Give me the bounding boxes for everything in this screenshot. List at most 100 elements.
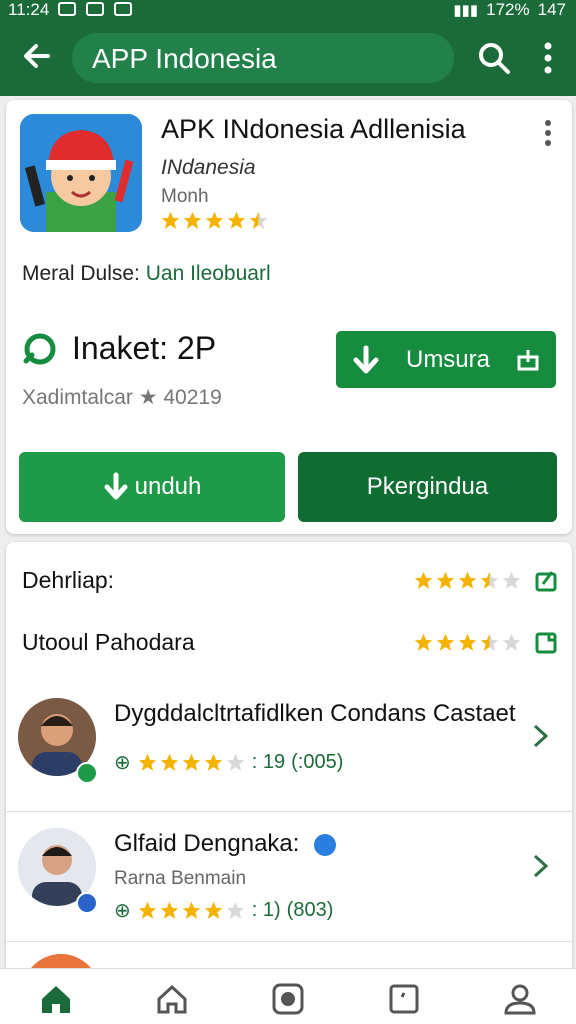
reviewer-stats: ⊕ : 19 (:005): [114, 750, 343, 775]
star-icon: [480, 571, 499, 589]
share-icon[interactable]: [534, 568, 558, 592]
rating-label: Utooul Pahodara: [22, 628, 195, 655]
download-label: unduh: [134, 473, 202, 500]
share-icon: [517, 349, 539, 370]
star-icon: [226, 901, 245, 919]
reviewer-name: Glfaid Dengnaka:: [114, 830, 337, 858]
rating-row: Utooul Pahodara: [22, 624, 558, 660]
signal-icon: ▮▮▮: [453, 2, 479, 19]
star-icon: [204, 901, 223, 919]
reviewer-item[interactable]: Glfaid Dengnaka: Rarna Benmain ⊕ : 1) (8…: [6, 812, 572, 942]
reviews-card: Dehrliap: Utooul Pahodara Dygddalcltrtaf…: [6, 542, 572, 982]
verified-badge-icon: [76, 892, 98, 914]
secondary-button[interactable]: Pkergindua: [298, 452, 557, 522]
record-icon[interactable]: [268, 979, 308, 1019]
share-icon[interactable]: [534, 630, 558, 654]
thumb-icon: ⊕: [114, 900, 131, 922]
bottom-navigation: [0, 968, 576, 1024]
star-icon: [138, 753, 157, 771]
download-arrow-icon: [353, 345, 379, 373]
star-icon: [227, 211, 246, 229]
status-right: ▮▮▮ 172% 147: [453, 0, 566, 20]
reviewer-item[interactable]: Dygddalcltrtafidlken Condans Castaet ⊕ :…: [6, 682, 572, 812]
reviewer-name-text: Glfaid Dengnaka:: [114, 830, 300, 857]
star-icon: [249, 211, 268, 229]
reviewer-count: (803): [286, 899, 334, 921]
install-label: Umsura: [405, 345, 490, 373]
star-icon: [161, 211, 180, 229]
star-icon: [205, 211, 224, 229]
app-card: APK INdonesia Adllenisia INdanesia Monh …: [6, 100, 572, 534]
search-query: APP Indonesia: [92, 43, 277, 74]
tablet-icon[interactable]: [384, 979, 424, 1019]
app-title: APK INdonesia Adllenisia: [161, 114, 466, 144]
star-icon: [436, 633, 455, 651]
profile-icon[interactable]: [500, 979, 540, 1019]
install-button[interactable]: Umsura: [336, 331, 556, 388]
thumb-icon: ⊕: [114, 752, 131, 774]
status-time: 11:24: [8, 0, 50, 19]
download-button[interactable]: unduh: [19, 452, 285, 522]
status-bar: 11:24 ▮▮▮ 172% 147: [0, 0, 576, 22]
verified-badge-icon: [76, 762, 98, 784]
star-icon: [436, 571, 455, 589]
card-more-icon[interactable]: [538, 118, 558, 148]
info-badge-icon: [314, 833, 337, 856]
app-developer: Monh: [161, 186, 209, 207]
market-info: Inaket: 2P: [22, 330, 216, 367]
app-meta: Meral Dulse: Uan Ileobuarl: [22, 262, 271, 286]
chevron-right-icon: [533, 854, 549, 878]
star-icon: [138, 901, 157, 919]
app-logo-illustration: [20, 114, 142, 232]
meta-link[interactable]: Uan Ileobuarl: [146, 262, 271, 285]
reviews-count: Xadimtalcar ★ 40219: [22, 386, 222, 409]
reviewer-count: (:005): [291, 751, 344, 773]
app-rating-stars: [160, 210, 269, 231]
star-icon: [414, 571, 433, 589]
house-outline-icon[interactable]: [152, 979, 192, 1019]
app-subtitle: INdanesia: [161, 156, 256, 179]
secondary-label: Pkergindua: [366, 473, 489, 500]
market-label: Inaket: 2P: [72, 330, 217, 366]
home-icon[interactable]: [36, 979, 76, 1019]
star-icon: [480, 633, 499, 651]
reviewer-name: Dygddalcltrtafidlken Condans Castaet: [114, 700, 516, 727]
notification-icon: [58, 2, 76, 16]
rating-stars: [413, 570, 522, 591]
star-icon: [502, 633, 521, 651]
notification-icon: [114, 2, 132, 16]
status-clock: 147: [537, 0, 566, 19]
star-icon: [226, 753, 245, 771]
reviewer-subtitle: Rarna Benmain: [114, 868, 247, 889]
star-icon: [182, 753, 201, 771]
notification-icon: [86, 2, 104, 16]
reviewer-stars: [137, 900, 246, 921]
search-icon[interactable]: [474, 38, 514, 78]
rating-stars: [413, 632, 522, 653]
back-arrow-icon[interactable]: [18, 36, 58, 76]
star-icon: [182, 901, 201, 919]
star-icon: [458, 571, 477, 589]
search-field[interactable]: APP Indonesia: [72, 33, 454, 83]
star-icon: [204, 753, 223, 771]
refresh-circle-icon: [23, 333, 56, 364]
rating-row: Dehrliap:: [22, 562, 558, 598]
reviewer-score: : 19: [251, 751, 286, 773]
app-bar: 11:24 ▮▮▮ 172% 147 APP Indonesia: [0, 0, 576, 96]
reviewer-stars: [137, 752, 246, 773]
chevron-right-icon: [533, 724, 549, 748]
star-icon: [502, 571, 521, 589]
app-icon: [20, 114, 142, 232]
star-icon: [160, 901, 179, 919]
star-icon: [183, 211, 202, 229]
more-vert-icon[interactable]: [534, 38, 562, 78]
star-icon: [160, 753, 179, 771]
battery-level: 172%: [486, 0, 530, 19]
download-arrow-icon: [104, 472, 128, 500]
star-icon: [458, 633, 477, 651]
notification-icons: [58, 2, 132, 16]
reviewer-stats: ⊕ : 1) (803): [114, 898, 333, 923]
rating-label: Dehrliap:: [22, 566, 115, 593]
reviewer-score: : 1): [251, 899, 281, 921]
meta-label: Meral Dulse:: [22, 262, 140, 285]
